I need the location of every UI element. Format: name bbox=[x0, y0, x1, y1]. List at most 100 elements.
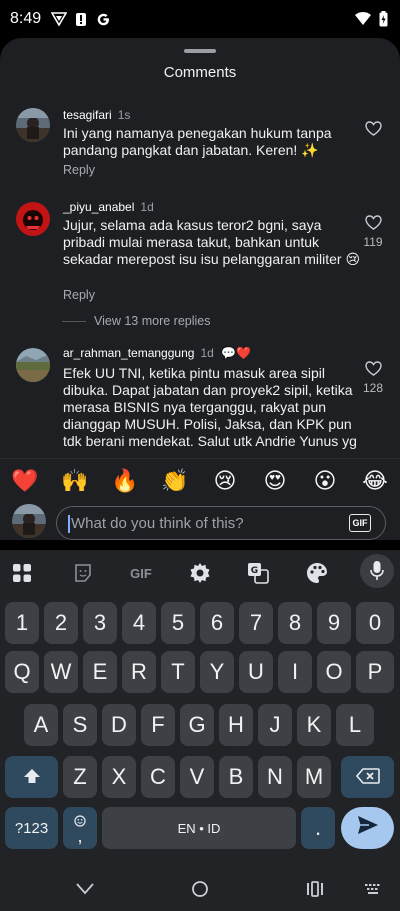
emoji-heart-eyes[interactable]: 😍 bbox=[258, 464, 292, 498]
backspace-icon bbox=[355, 764, 380, 790]
send-key[interactable] bbox=[341, 807, 394, 849]
translate-icon[interactable]: G bbox=[241, 556, 275, 590]
send-arrow-icon bbox=[357, 815, 379, 841]
key-v[interactable]: V bbox=[180, 756, 214, 798]
key-l[interactable]: L bbox=[336, 704, 374, 746]
gif-toolbar-button[interactable]: GIF bbox=[124, 556, 158, 590]
key-z[interactable]: Z bbox=[63, 756, 97, 798]
emoji-fire[interactable]: 🔥 bbox=[108, 464, 142, 498]
key-h[interactable]: H bbox=[219, 704, 253, 746]
like-count: 119 bbox=[363, 235, 383, 249]
key-3[interactable]: 3 bbox=[83, 602, 117, 644]
status-bar: 8:49 bbox=[0, 0, 400, 38]
key-m[interactable]: M bbox=[297, 756, 331, 798]
back-chevron-icon[interactable] bbox=[72, 876, 98, 902]
key-q[interactable]: Q bbox=[5, 651, 39, 693]
key-4[interactable]: 4 bbox=[122, 602, 156, 644]
key-w[interactable]: W bbox=[44, 651, 78, 693]
key-d[interactable]: D bbox=[102, 704, 136, 746]
reply-button[interactable]: Reply bbox=[63, 163, 95, 177]
avatar[interactable] bbox=[16, 202, 50, 236]
emoji-surprised[interactable]: 😮 bbox=[308, 464, 342, 498]
comment-input-row: GIF bbox=[0, 504, 400, 540]
emoji-clap[interactable]: 👏 bbox=[158, 464, 192, 498]
comment-text: Efek UU TNI, ketika pintu masuk area sip… bbox=[63, 365, 357, 453]
sticker-icon[interactable] bbox=[66, 556, 100, 590]
drag-handle[interactable] bbox=[184, 49, 216, 53]
key-y[interactable]: Y bbox=[200, 651, 234, 693]
comment-username[interactable]: tesagifari bbox=[63, 108, 112, 122]
comment-time: 1d bbox=[140, 200, 154, 214]
emoji-reaction-bar: ❤️ 🙌 🔥 👏 😢 😍 😮 😂 bbox=[0, 458, 400, 502]
emoji-crying[interactable]: 😢 bbox=[208, 464, 242, 498]
backspace-key[interactable] bbox=[341, 756, 394, 798]
shift-icon bbox=[23, 764, 41, 790]
reply-button[interactable]: Reply bbox=[63, 288, 95, 302]
key-f[interactable]: F bbox=[141, 704, 175, 746]
key-g[interactable]: G bbox=[180, 704, 214, 746]
key-x[interactable]: X bbox=[102, 756, 136, 798]
key-t[interactable]: T bbox=[161, 651, 195, 693]
avatar[interactable] bbox=[16, 108, 50, 142]
home-circle-icon[interactable] bbox=[187, 876, 213, 902]
apps-grid-icon[interactable] bbox=[5, 556, 39, 590]
key-u[interactable]: U bbox=[239, 651, 273, 693]
key-r[interactable]: R bbox=[122, 651, 156, 693]
view-more-replies-link[interactable]: View 13 more replies bbox=[94, 314, 211, 328]
key-n[interactable]: N bbox=[258, 756, 292, 798]
gif-button[interactable]: GIF bbox=[349, 514, 371, 532]
status-time: 8:49 bbox=[10, 10, 42, 27]
comment-badge: 💬❤️ bbox=[221, 346, 252, 360]
key-j[interactable]: J bbox=[258, 704, 292, 746]
sheet-title: Comments bbox=[163, 64, 237, 81]
recents-icon[interactable] bbox=[302, 876, 328, 902]
keyboard: GIF G 1 2 3 4 5 6 7 8 9 0 Q W E R T Y U … bbox=[0, 550, 400, 866]
comment-username[interactable]: ar_rahman_temanggung bbox=[63, 346, 194, 360]
key-2[interactable]: 2 bbox=[44, 602, 78, 644]
key-6[interactable]: 6 bbox=[200, 602, 234, 644]
battery-icon bbox=[379, 11, 388, 32]
comment-header: _piyu_anabel 1d bbox=[63, 200, 154, 214]
emoji-raised-hands[interactable]: 🙌 bbox=[58, 464, 92, 498]
space-key[interactable]: EN • ID bbox=[102, 807, 296, 849]
period-key[interactable]: . bbox=[301, 807, 335, 849]
comment-input-box[interactable]: GIF bbox=[56, 506, 386, 540]
key-i[interactable]: I bbox=[278, 651, 312, 693]
svg-text:G: G bbox=[251, 566, 258, 576]
key-9[interactable]: 9 bbox=[317, 602, 351, 644]
like-heart-icon[interactable] bbox=[362, 121, 384, 141]
key-7[interactable]: 7 bbox=[239, 602, 273, 644]
key-1[interactable]: 1 bbox=[5, 602, 39, 644]
symbols-key[interactable]: ?123 bbox=[5, 807, 58, 849]
like-heart-icon[interactable] bbox=[362, 361, 384, 381]
key-c[interactable]: C bbox=[141, 756, 175, 798]
emoji-comma-key[interactable]: , bbox=[63, 807, 97, 849]
comments-list[interactable]: tesagifari 1s Ini yang namanya penegakan … bbox=[0, 100, 400, 453]
keyboard-switch-icon[interactable] bbox=[360, 876, 386, 902]
microphone-icon[interactable] bbox=[360, 554, 394, 588]
key-p[interactable]: P bbox=[356, 651, 394, 693]
comma-label: , bbox=[77, 825, 83, 846]
key-b[interactable]: B bbox=[219, 756, 253, 798]
key-0[interactable]: 0 bbox=[356, 602, 394, 644]
shift-key[interactable] bbox=[5, 756, 58, 798]
key-5[interactable]: 5 bbox=[161, 602, 195, 644]
key-e[interactable]: E bbox=[83, 651, 117, 693]
key-k[interactable]: K bbox=[297, 704, 331, 746]
key-8[interactable]: 8 bbox=[278, 602, 312, 644]
navigation-bar bbox=[0, 866, 400, 911]
avatar[interactable] bbox=[16, 348, 50, 382]
keyboard-toolbar: GIF G bbox=[0, 550, 400, 594]
notification-icon bbox=[73, 11, 89, 27]
key-s[interactable]: S bbox=[63, 704, 97, 746]
emoji-heart[interactable]: ❤️ bbox=[8, 464, 42, 498]
key-a[interactable]: A bbox=[24, 704, 58, 746]
like-heart-icon[interactable] bbox=[362, 215, 384, 235]
comment-input[interactable] bbox=[71, 509, 341, 537]
emoji-laughing[interactable]: 😂 bbox=[358, 464, 392, 498]
comment-text: Ini yang namanya penegakan hukum tanpa p… bbox=[63, 125, 332, 158]
key-o[interactable]: O bbox=[317, 651, 351, 693]
theme-palette-icon[interactable] bbox=[300, 556, 334, 590]
settings-gear-icon[interactable] bbox=[183, 556, 217, 590]
comment-username[interactable]: _piyu_anabel bbox=[63, 200, 134, 214]
